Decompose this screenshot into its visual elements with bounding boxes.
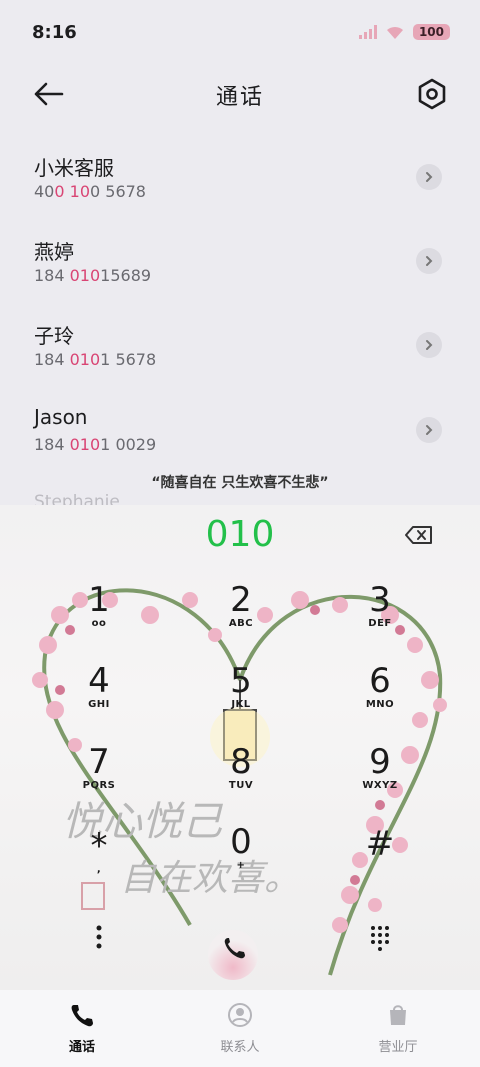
contact-number: 184 0101 5678 bbox=[34, 350, 157, 369]
battery-indicator: 100 bbox=[412, 24, 450, 40]
contact-number: 184 0101 0029 bbox=[34, 435, 157, 454]
tab-contacts-label: 联系人 bbox=[220, 1040, 260, 1055]
tab-contacts[interactable]: 联系人 bbox=[190, 1002, 290, 1055]
dial-key-8[interactable]: 8 TUV bbox=[196, 744, 286, 804]
dial-key-hash[interactable]: # bbox=[335, 826, 425, 886]
dial-key-6[interactable]: 6 MNO bbox=[335, 663, 425, 723]
contact-name: Jason bbox=[34, 405, 88, 429]
call-button[interactable] bbox=[208, 930, 258, 980]
chevron-right-icon[interactable] bbox=[416, 164, 442, 190]
settings-hexagon-icon[interactable] bbox=[414, 76, 450, 112]
page-title: 通话 bbox=[215, 85, 264, 110]
tab-service-hall-label: 营业厅 bbox=[378, 1040, 418, 1055]
more-options-icon[interactable] bbox=[92, 924, 106, 950]
dialpad-toggle-icon[interactable] bbox=[370, 925, 390, 951]
contact-name: 小米客服 bbox=[34, 156, 114, 180]
tab-service-hall[interactable]: 营业厅 bbox=[348, 1002, 448, 1055]
contact-number: 184 01015689 bbox=[34, 266, 152, 285]
dial-key-1[interactable]: 1 ᴏᴏ bbox=[54, 582, 144, 642]
dial-key-2[interactable]: 2 ABC bbox=[196, 582, 286, 642]
status-time: 8:16 bbox=[32, 22, 77, 43]
voicemail-icon: ᴏᴏ bbox=[91, 618, 107, 629]
contact-row[interactable]: 子玲 184 0101 5678 bbox=[0, 320, 480, 404]
chevron-right-icon[interactable] bbox=[416, 332, 442, 358]
tab-calls[interactable]: 通话 bbox=[32, 1002, 132, 1055]
wifi-icon bbox=[386, 26, 403, 39]
chevron-right-icon[interactable] bbox=[416, 248, 442, 274]
dial-key-0[interactable]: 0 + bbox=[196, 824, 286, 884]
dial-key-7[interactable]: 7 PQRS bbox=[54, 744, 144, 804]
person-icon bbox=[228, 1003, 252, 1027]
chevron-right-icon[interactable] bbox=[416, 417, 442, 443]
dial-key-3[interactable]: 3 DEF bbox=[335, 582, 425, 642]
shopping-bag-icon bbox=[390, 1005, 406, 1025]
contact-row[interactable]: 燕婷 184 01015689 bbox=[0, 236, 480, 320]
dial-key-9[interactable]: 9 WXYZ bbox=[335, 744, 425, 804]
tab-calls-label: 通话 bbox=[68, 1040, 95, 1055]
dial-key-4[interactable]: 4 GHI bbox=[54, 663, 144, 723]
bottom-nav: 通话 联系人 营业厅 bbox=[0, 990, 480, 1067]
dial-key-star[interactable]: * , bbox=[54, 828, 144, 888]
contact-number: 400 100 5678 bbox=[34, 182, 146, 201]
signal-icon bbox=[358, 25, 377, 39]
contact-row[interactable]: 小米客服 400 100 5678 bbox=[0, 152, 480, 236]
contact-name: 燕婷 bbox=[34, 240, 74, 264]
dial-key-5[interactable]: 5 JKL bbox=[196, 663, 286, 723]
phone-icon bbox=[71, 1005, 93, 1027]
status-icons: 100 bbox=[358, 24, 450, 40]
contact-name: 子玲 bbox=[34, 324, 74, 348]
backspace-icon[interactable] bbox=[404, 525, 434, 545]
theme-quote: “随喜自在 只生欢喜不生悲” bbox=[151, 475, 329, 491]
